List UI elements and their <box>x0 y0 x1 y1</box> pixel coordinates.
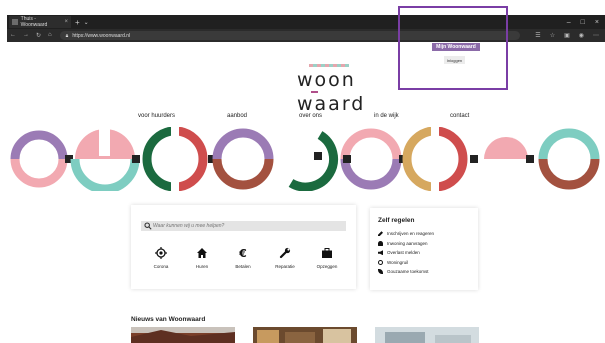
nav-buttons: ← → ↻ ⌂ <box>7 32 52 39</box>
favorite-star-icon[interactable]: ☆ <box>550 32 555 39</box>
zelf-item-label: Woningruil <box>387 259 409 265</box>
zelf-item-inschrijven[interactable]: Inschrijven en reageren <box>378 229 478 239</box>
wrench-icon <box>279 247 291 259</box>
euro-icon: € <box>238 247 247 259</box>
collections-icon[interactable]: ▣ <box>564 32 570 39</box>
new-tab-button[interactable]: + <box>75 18 80 27</box>
pen-icon <box>378 231 383 237</box>
mijn-woonwaard-button[interactable]: Mijn Woonwaard <box>432 43 480 51</box>
megaphone-icon <box>378 250 383 256</box>
screenshot: Thuis - Woonwaard × + ⌄ – □ × ← → ↻ ⌂ 🔒︎… <box>0 0 605 343</box>
people-icon <box>378 240 383 246</box>
quick-link-reparatie[interactable]: Reparatie <box>267 247 303 269</box>
ring-1 <box>10 130 68 188</box>
quick-link-huren[interactable]: Huren <box>184 247 220 269</box>
logo-line-2: waard <box>297 93 366 115</box>
quick-link-label: Opzeggen <box>316 264 338 269</box>
logo-decoration <box>309 64 349 67</box>
search-card: Corona Huren € Betalen Rep <box>131 205 356 289</box>
main-navigation: voor huurders aanbod over ons in de wijk… <box>7 113 605 123</box>
browser-tab[interactable]: Thuis - Woonwaard × <box>9 16 71 28</box>
decorative-circles <box>10 127 600 191</box>
quick-link-betalen[interactable]: € Betalen <box>225 247 261 269</box>
profile-icon[interactable]: ◉ <box>579 32 584 39</box>
nav-item-in-de-wijk[interactable]: in de wijk <box>374 113 399 119</box>
swap-icon <box>378 259 383 265</box>
nav-item-contact[interactable]: contact <box>450 113 469 119</box>
browser-toolbar-icons: ☰ ☆ ▣ ◉ ⋯ <box>535 32 605 39</box>
zelf-item-toekomst[interactable]: Gouzaame toekomst <box>378 267 478 277</box>
close-window-icon[interactable]: × <box>595 19 599 26</box>
quick-link-opzeggen[interactable]: Opzeggen <box>309 247 345 269</box>
chevron-down-icon[interactable]: ⌄ <box>84 19 89 26</box>
nav-item-voor-huurders[interactable]: voor huurders <box>138 113 175 119</box>
forward-icon[interactable]: → <box>23 32 29 39</box>
news-image-2[interactable] <box>253 327 357 343</box>
zelf-item-overlast[interactable]: Overlast melden <box>378 248 478 258</box>
login-panel: Mijn Woonwaard Inloggen <box>430 42 506 77</box>
web-page: Mijn Woonwaard Inloggen woon waard voor … <box>7 42 605 343</box>
ring-7 <box>402 127 468 191</box>
news-image-1[interactable] <box>131 327 235 343</box>
nav-item-over-ons[interactable]: over ons <box>299 113 322 119</box>
search-input[interactable] <box>141 221 346 231</box>
nav-item-aanbod[interactable]: aanbod <box>227 113 247 119</box>
zelf-item-label: Inwoning aanvragen <box>387 240 428 246</box>
zelf-item-label: Overlast melden <box>387 250 420 256</box>
ring-4 <box>212 128 274 190</box>
house-icon <box>197 248 207 258</box>
zelf-item-label: Inschrijven en reageren <box>387 231 435 237</box>
url-field[interactable]: 🔒︎ https://www.woonwaard.nl <box>59 31 520 40</box>
quick-link-label: Huren <box>195 264 209 269</box>
inloggen-button[interactable]: Inloggen <box>444 56 465 64</box>
reload-icon[interactable]: ↻ <box>36 32 41 39</box>
news-title: Nieuws van Woonwaard <box>131 316 206 323</box>
quick-link-label: Betalen <box>235 264 251 269</box>
zelf-item-woningruil[interactable]: Woningruil <box>378 258 478 268</box>
target-icon <box>155 247 167 259</box>
search-icon <box>144 222 152 230</box>
url-text: https://www.woonwaard.nl <box>72 32 131 39</box>
zelf-item-inwoning[interactable]: Inwoning aanvragen <box>378 239 478 249</box>
quick-link-label: Reparatie <box>275 264 295 269</box>
zelf-regelen-card: Zelf regelen Inschrijven en reageren Inw… <box>370 208 478 290</box>
maximize-icon[interactable]: □ <box>581 19 585 26</box>
ring-3 <box>142 127 208 191</box>
ring-6 <box>340 128 402 190</box>
zelf-item-label: Gouzaame toekomst <box>387 269 429 275</box>
quick-link-label: Corona <box>153 264 169 269</box>
leaf-icon <box>378 269 383 275</box>
reader-icon[interactable]: ☰ <box>535 32 540 39</box>
quick-link-corona[interactable]: Corona <box>143 247 179 269</box>
home-icon[interactable]: ⌂ <box>48 32 52 39</box>
news-image-3[interactable] <box>375 327 479 343</box>
svg-text:€: € <box>238 247 247 259</box>
minimize-icon[interactable]: – <box>567 19 571 26</box>
browser-address-bar: ← → ↻ ⌂ 🔒︎ https://www.woonwaard.nl ☰ ☆ … <box>7 29 605 42</box>
more-icon[interactable]: ⋯ <box>593 32 599 39</box>
browser-tab-bar: Thuis - Woonwaard × + ⌄ – □ × <box>7 15 605 29</box>
ring-5 <box>288 131 338 191</box>
close-tab-icon[interactable]: × <box>64 19 68 25</box>
tab-title: Thuis - Woonwaard <box>20 16 48 28</box>
lock-icon: 🔒︎ <box>65 32 69 39</box>
briefcase-icon <box>322 248 332 258</box>
logo-line-1: woon <box>297 69 356 91</box>
zelf-regelen-title: Zelf regelen <box>378 217 415 224</box>
favicon-icon <box>12 19 18 25</box>
window-controls: – □ × <box>567 19 605 26</box>
ring-8 <box>484 137 528 159</box>
ring-2 <box>70 129 140 191</box>
ring-9 <box>538 128 600 190</box>
back-icon[interactable]: ← <box>10 32 16 39</box>
